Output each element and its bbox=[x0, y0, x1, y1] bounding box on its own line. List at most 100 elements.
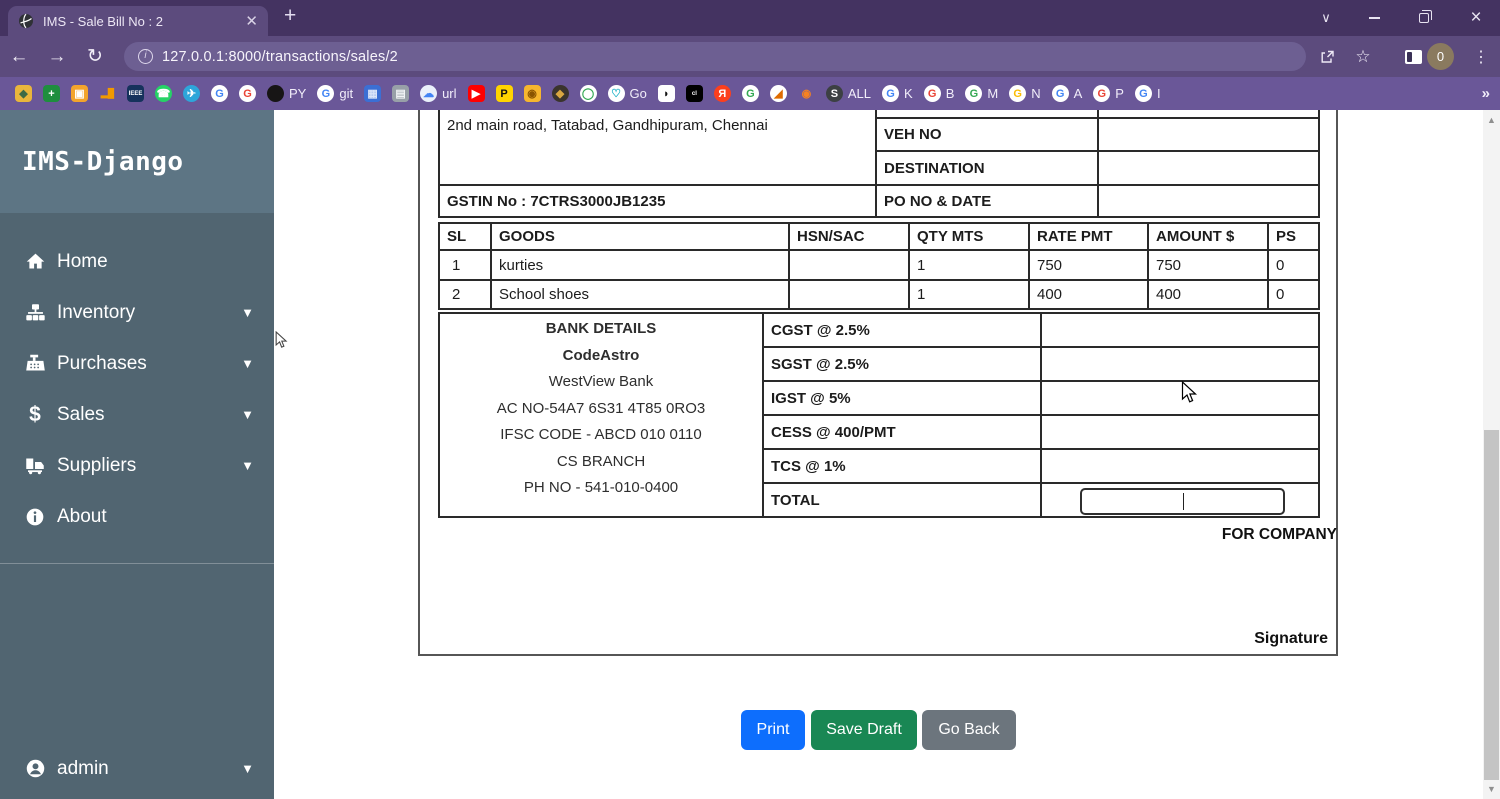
sales-icon: $ bbox=[29, 402, 41, 426]
chevron-down-icon[interactable]: ▼ bbox=[241, 458, 254, 473]
forward-icon[interactable]: → bbox=[38, 46, 76, 68]
bookmark-google-2[interactable]: G bbox=[239, 85, 256, 102]
bookmark-github-py[interactable]: PY bbox=[267, 85, 306, 102]
bookmark-google-git[interactable]: Ggit bbox=[317, 85, 353, 102]
print-button[interactable]: Print bbox=[741, 710, 805, 750]
browser-tab[interactable]: IMS - Sale Bill No : 2 ✕ bbox=[8, 6, 268, 36]
bookmark-cloud-url[interactable]: ☁ url bbox=[420, 85, 457, 102]
share-icon[interactable] bbox=[1312, 36, 1342, 77]
bank-details: BANK DETAILS CodeAstro WestView Bank AC … bbox=[438, 312, 764, 518]
profile-avatar[interactable]: 0 bbox=[1427, 43, 1454, 70]
tab-close-icon[interactable]: ✕ bbox=[245, 12, 258, 30]
bookmarks-overflow-icon[interactable]: » bbox=[1482, 77, 1490, 110]
bookmark-whatsapp[interactable]: ☎ bbox=[155, 85, 172, 102]
sidebar-item-purchases[interactable]: Purchases ▼ bbox=[0, 338, 274, 389]
bookmark-camera-orange[interactable]: ◉ bbox=[523, 85, 541, 102]
bookmark-google-i[interactable]: GI bbox=[1134, 85, 1161, 102]
chevron-down-icon[interactable]: ▼ bbox=[241, 356, 254, 371]
bookmark-google-n[interactable]: GN bbox=[1009, 85, 1041, 102]
bookmark-eye-orange[interactable]: ◉ bbox=[798, 85, 815, 102]
photos-orange-icon: ▣ bbox=[71, 85, 88, 102]
app-brand: IMS-Django bbox=[0, 110, 274, 213]
totals-table: BANK DETAILS CodeAstro WestView Bank AC … bbox=[438, 312, 1320, 518]
youtube-icon: ▶ bbox=[467, 85, 485, 102]
sidebar: IMS-Django Home Inventory ▼ Purchases ▼ … bbox=[0, 110, 274, 799]
google-p-icon: G bbox=[1093, 85, 1111, 102]
tax-label-tcs: TCS @ 1% bbox=[762, 448, 1042, 484]
sidebar-item-sales[interactable]: $ Sales ▼ bbox=[0, 389, 274, 440]
sidebar-item-inventory[interactable]: Inventory ▼ bbox=[0, 287, 274, 338]
purchases-icon bbox=[22, 353, 48, 374]
address-bar[interactable]: i 127.0.0.1:8000/transactions/sales/2 bbox=[124, 42, 1306, 71]
tab-search-chevron-icon[interactable]: ∨ bbox=[1308, 0, 1344, 36]
bookmark-google-3[interactable]: G bbox=[741, 85, 759, 102]
info-icon bbox=[22, 507, 48, 527]
vertical-scrollbar[interactable]: ▲ ▼ bbox=[1483, 110, 1500, 799]
bookmark-google-b[interactable]: GB bbox=[923, 85, 954, 102]
bookmark-google-a[interactable]: GA bbox=[1051, 85, 1082, 102]
meta-value-destination bbox=[1097, 150, 1320, 186]
sidebar-item-admin[interactable]: admin ▼ bbox=[0, 743, 274, 794]
bookmark-yandex[interactable]: Я bbox=[713, 85, 731, 102]
bookmark-bird[interactable]: ◗ bbox=[657, 85, 675, 102]
chevron-down-icon[interactable]: ▼ bbox=[241, 305, 254, 320]
bookmark-google-k[interactable]: GK bbox=[882, 85, 913, 102]
goods-header-hsn: HSN/SAC bbox=[788, 222, 910, 251]
side-panel-icon[interactable] bbox=[1398, 36, 1428, 77]
save-draft-button[interactable]: Save Draft bbox=[811, 710, 917, 750]
yandex-icon: Я bbox=[713, 85, 731, 102]
bookmark-label: git bbox=[339, 86, 354, 101]
bookmark-godaddy[interactable]: ♡ Go bbox=[607, 85, 647, 102]
bookmark-p-yellow[interactable]: P bbox=[495, 85, 513, 102]
bookmark-star-icon[interactable]: ☆ bbox=[1348, 36, 1378, 77]
google-i-icon: G bbox=[1134, 85, 1152, 102]
meta-value-cut bbox=[1097, 110, 1320, 119]
scrollbar-thumb[interactable] bbox=[1484, 430, 1499, 780]
window-close-icon[interactable]: × bbox=[1456, 0, 1496, 36]
bookmark-telegram[interactable]: ✈ bbox=[183, 85, 200, 102]
bookmark-google-m[interactable]: GM bbox=[965, 85, 998, 102]
adsense-icon: ◆ bbox=[15, 85, 32, 102]
home-icon bbox=[22, 251, 48, 272]
bookmark-app-blue[interactable]: ▦ bbox=[364, 85, 382, 102]
site-info-icon[interactable]: i bbox=[138, 49, 153, 64]
table-row: 2 School shoes 1 400 400 0 bbox=[438, 279, 1320, 310]
google-1-icon: G bbox=[211, 85, 228, 102]
chevron-down-icon[interactable]: ▼ bbox=[241, 761, 254, 776]
sidebar-item-home[interactable]: Home bbox=[0, 236, 274, 287]
invoice-header-table: 2nd main road, Tatabad, Gandhipuram, Che… bbox=[438, 110, 1320, 218]
bookmark-google-1[interactable]: G bbox=[211, 85, 228, 102]
sidebar-item-suppliers[interactable]: Suppliers ▼ bbox=[0, 440, 274, 491]
bookmark-youtube[interactable]: ▶ bbox=[467, 85, 485, 102]
bookmark-matlab[interactable]: ◢ bbox=[769, 85, 787, 102]
bookmark-label: ALL bbox=[847, 86, 872, 101]
go-back-button[interactable]: Go Back bbox=[922, 710, 1016, 750]
total-input[interactable] bbox=[1080, 488, 1285, 515]
bookmark-label: M bbox=[987, 86, 999, 101]
sidebar-item-about[interactable]: About bbox=[0, 491, 274, 542]
bookmark-cart-dark[interactable]: ◆ bbox=[551, 85, 569, 102]
new-tab-button[interactable]: + bbox=[284, 4, 296, 28]
bookmark-adsense[interactable]: ◆ bbox=[15, 85, 32, 102]
bookmark-sheets[interactable]: + bbox=[43, 85, 60, 102]
window-minimize-icon[interactable] bbox=[1356, 0, 1392, 36]
meta-label-po: PO NO & DATE bbox=[875, 184, 1099, 218]
tax-value-total bbox=[1040, 482, 1320, 518]
bookmark-ring-green[interactable]: ◯ bbox=[579, 85, 597, 102]
bookmark-google-p[interactable]: GP bbox=[1093, 85, 1124, 102]
bookmark-app-gray[interactable]: ▤ bbox=[392, 85, 410, 102]
browser-menu-icon[interactable]: ⋮ bbox=[1468, 36, 1494, 77]
matlab-icon: ◢ bbox=[769, 85, 787, 102]
back-icon[interactable]: ← bbox=[0, 46, 38, 68]
bookmark-globe-all[interactable]: S ALL bbox=[825, 85, 872, 102]
scroll-down-icon[interactable]: ▼ bbox=[1483, 781, 1500, 797]
bookmark-photos-orange[interactable]: ▣ bbox=[71, 85, 88, 102]
user-icon bbox=[22, 758, 48, 779]
bookmark-analytics[interactable]: ▂█ bbox=[99, 85, 116, 102]
reload-icon[interactable]: ↻ bbox=[76, 45, 114, 68]
window-restore-icon[interactable] bbox=[1406, 0, 1442, 36]
bookmark-cl[interactable]: cl bbox=[685, 85, 703, 102]
bookmark-ieee[interactable]: IEEE bbox=[127, 85, 144, 102]
scroll-up-icon[interactable]: ▲ bbox=[1483, 112, 1500, 128]
chevron-down-icon[interactable]: ▼ bbox=[241, 407, 254, 422]
